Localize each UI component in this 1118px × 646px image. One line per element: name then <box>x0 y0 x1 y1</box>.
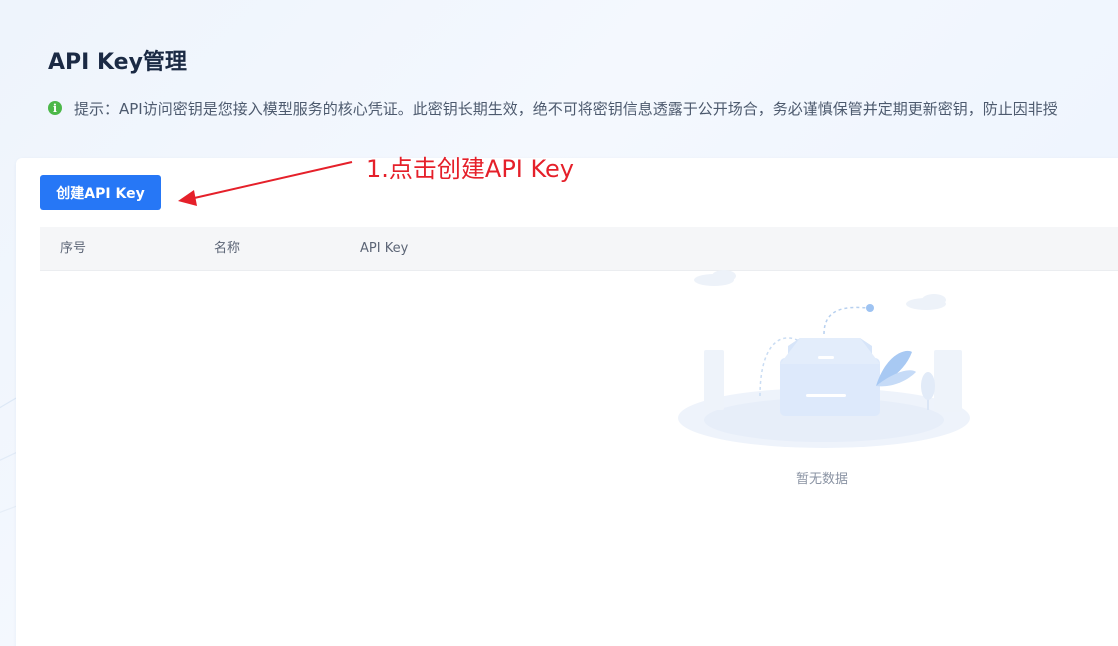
info-icon: i <box>48 101 62 115</box>
column-header-api-key: API Key <box>360 241 409 256</box>
tip-text: 提示：API访问密钥是您接入模型服务的核心凭证。此密钥长期生效，绝不可将密钥信息… <box>74 99 1058 118</box>
column-header-index: 序号 <box>60 241 87 256</box>
page-title: API Key管理 <box>48 50 187 75</box>
tip-bar: i 提示：API访问密钥是您接入模型服务的核心凭证。此密钥长期生效，绝不可将密钥… <box>48 98 1118 118</box>
column-header-name: 名称 <box>214 241 241 256</box>
annotation-text: 1.点击创建API Key <box>366 155 575 183</box>
empty-box-icon <box>678 270 970 448</box>
empty-state-text: 暂无数据 <box>796 472 849 487</box>
table-header: 序号 名称 API Key <box>40 227 1118 271</box>
create-api-key-button[interactable]: 创建API Key <box>40 175 161 210</box>
